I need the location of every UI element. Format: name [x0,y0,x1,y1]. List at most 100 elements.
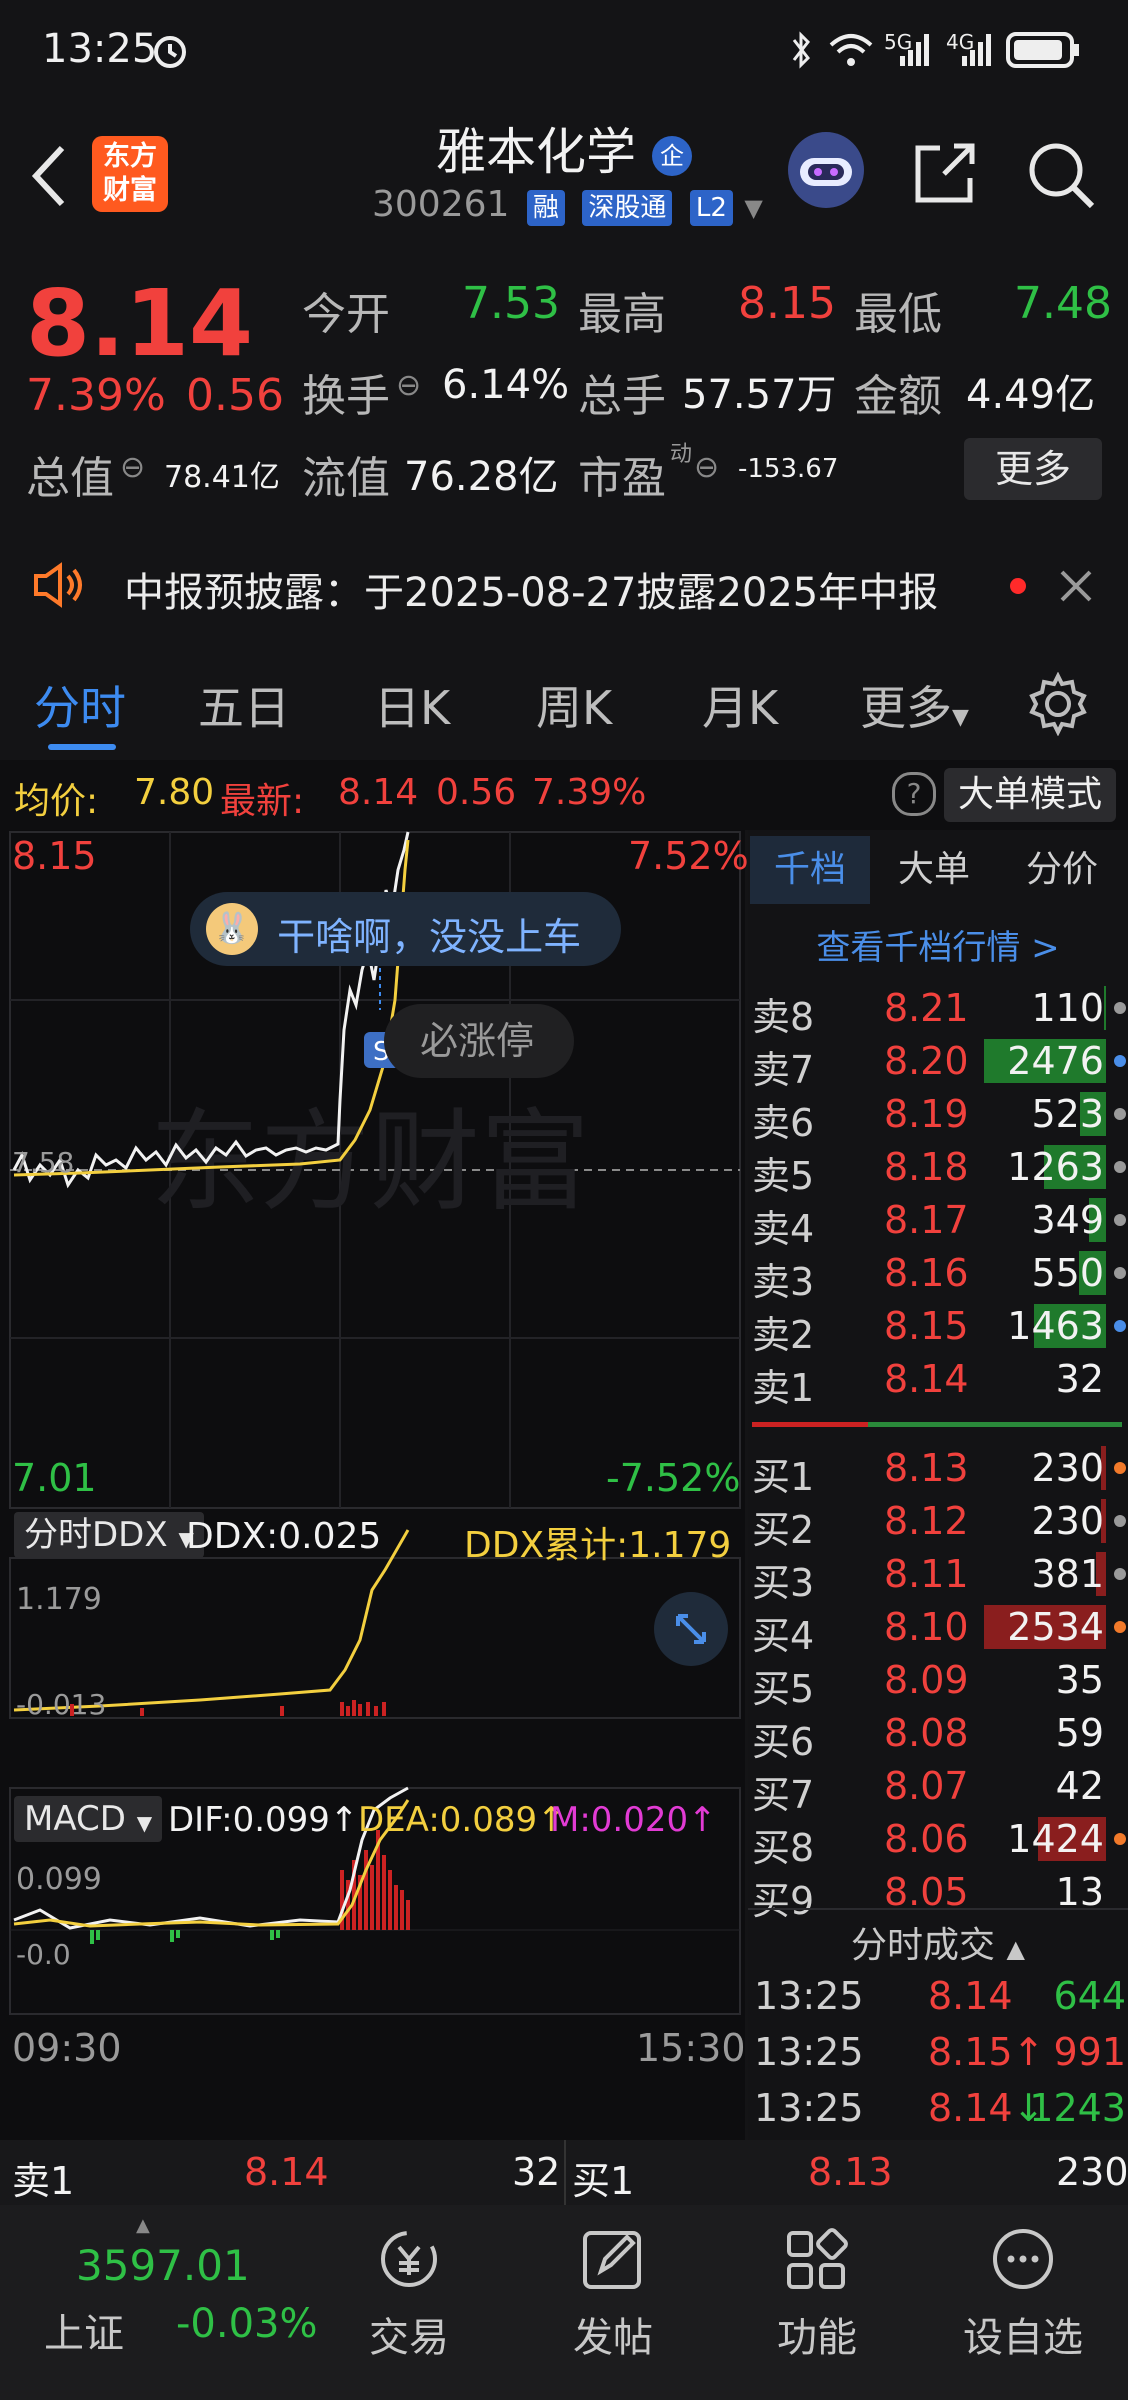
bid-row[interactable]: 买8 8.06 1424 [748,1813,1128,1870]
bluetooth-icon [792,31,810,69]
bid-row[interactable]: 买6 8.08 59 [748,1707,1128,1764]
chart-tabs: 分时 五日 日K 周K 月K 更多▼ [0,650,1128,760]
ask-volume: 1463 [1007,1304,1104,1348]
book-tab-big-orders[interactable]: 大单 [874,836,994,904]
float-value: 76.28亿 [404,454,559,500]
info-icon-3[interactable]: ⊖ [694,450,719,485]
best-bid-vol: 230 [1056,2150,1128,2194]
ask-indicator-dot [1114,1002,1126,1014]
index-value[interactable]: 3597.01 [76,2241,250,2290]
bid-indicator-dot [1114,1515,1126,1527]
stock-code-row[interactable]: 300261 融 深股通 L2 ▼ [372,184,763,226]
ask-row[interactable]: 卖1 8.14 32 [748,1353,1128,1410]
info-icon-2[interactable]: ⊖ [120,450,145,485]
notice-banner[interactable]: 中报预披露：于2025-08-27披露2025年中报 [0,530,1128,638]
ask-row[interactable]: 卖3 8.16 550 [748,1247,1128,1304]
trade-price-value: 8.14 [928,1974,1013,2018]
trade-volume: 644 [1053,1974,1126,2018]
tab-weekly-k[interactable]: 周K [536,672,612,738]
book-tab-price-dist[interactable]: 分价 [998,836,1126,904]
nav-add-watchlist-label: 设自选 [963,2315,1083,2361]
bid-row[interactable]: 买2 8.12 230 [748,1495,1128,1552]
trade-price: 8.14 [928,1974,1013,2018]
ddx-total: DDX累计:1.179 [464,1525,732,1566]
ask-row[interactable]: 卖6 8.19 523 [748,1088,1128,1145]
trade-price: 8.14↓ [928,2086,1044,2130]
ask-row[interactable]: 卖2 8.15 1463 [748,1300,1128,1357]
tab-five-day[interactable]: 五日 [198,672,290,738]
search-icon[interactable] [1024,138,1098,212]
trades-title[interactable]: 分时成交 ▲ [748,1916,1128,1968]
tab-active-indicator [48,744,116,750]
bid-label: 买7 [752,1773,815,1817]
comment-bubble-1[interactable]: 🐰 干啥啊，没没上车 [190,892,622,966]
ask-price: 8.20 [884,1039,969,1083]
bid-row[interactable]: 买4 8.10 2534 [748,1601,1128,1658]
order-book-panel: 千档 大单 分价 查看千档行情 > 卖8 8.21 110 卖7 8.20 2476 卖6 8… [748,830,1128,2140]
nav-trade[interactable]: 交易 [334,2225,484,2363]
margin-badge: 融 [526,190,565,226]
macd-selector[interactable]: MACD ▼ [14,1796,163,1842]
bid-volume: 381 [1031,1552,1104,1596]
share-icon[interactable] [910,138,980,208]
low-value: 7.48 [1014,278,1112,329]
bottom-nav: ▲ 3597.01 上证 -0.03% 交易 发帖 功能 设自选 [0,2205,1128,2400]
intraday-chart-area[interactable]: 东方财富 S 8.15 7.52% 7.58 7.01 -7.52% 🐰 干啥啊… [0,830,749,2140]
ask-row[interactable]: 卖4 8.17 349 [748,1194,1128,1251]
index-change[interactable]: -0.03% [176,2301,318,2347]
tab-monthly-k[interactable]: 月K [702,672,778,738]
big-order-mode-button[interactable]: 大单模式 [944,768,1116,822]
info-icon[interactable]: ⊖ [396,368,421,403]
ddx-value: DDX:0.025 [186,1516,382,1557]
open-value: 7.53 [462,278,560,329]
bid-row[interactable]: 买5 8.09 35 [748,1654,1128,1711]
expand-button[interactable] [654,1592,728,1666]
settings-gear-icon[interactable] [1026,672,1090,736]
expand-icon [676,1614,706,1644]
latest-value: 8.14 [338,772,419,813]
tab-intraday[interactable]: 分时 [34,672,126,738]
time-start: 09:30 [12,2026,122,2070]
tab-daily-k[interactable]: 日K [374,672,450,738]
bid-row[interactable]: 买9 8.05 13 [748,1866,1128,1923]
robot-assistant-icon[interactable] [784,128,868,212]
comment-bubble-2[interactable]: 必涨停 [384,1004,575,1078]
view-depth-link[interactable]: 查看千档行情 > [748,920,1128,969]
nav-post[interactable]: 发帖 [538,2225,688,2363]
macd-axis-top: 0.099 [16,1862,102,1897]
bid-row[interactable]: 买3 8.11 381 [748,1548,1128,1605]
ask-indicator-dot [1114,1320,1126,1332]
ddx-axis-low: -0.013 [16,1688,107,1721]
ask-row[interactable]: 卖5 8.18 1263 [748,1141,1128,1198]
more-button[interactable]: 更多 [964,438,1102,500]
bid-row[interactable]: 买7 8.07 42 [748,1760,1128,1817]
nav-add-watchlist[interactable]: 设自选 [948,2225,1098,2363]
volume-value: 57.57万 [682,372,837,418]
bid-price: 8.11 [884,1552,969,1596]
bid-label: 买1 [752,1455,815,1499]
ask-volume: 32 [1055,1357,1104,1401]
close-icon[interactable] [1056,566,1096,606]
ask-row[interactable]: 卖7 8.20 2476 [748,1035,1128,1092]
quote-divider [564,2140,566,2205]
chevron-down-icon-3: ▼ [136,1811,153,1835]
ask-label: 卖8 [752,995,815,1039]
nav-functions[interactable]: 功能 [742,2225,892,2363]
ddx-selector[interactable]: 分时DDX ▼ [14,1512,204,1558]
ask-row[interactable]: 卖8 8.21 110 [748,982,1128,1039]
book-tab-depth[interactable]: 千档 [750,836,870,904]
ask-price: 8.15 [884,1304,969,1348]
turnover-value: 6.14% [442,362,570,408]
tab-more[interactable]: 更多▼ [860,672,969,738]
bid-row[interactable]: 买1 8.13 230 [748,1442,1128,1499]
bid-label: 买6 [752,1720,815,1764]
index-name[interactable]: 上证 [44,2301,124,2359]
bid-indicator-dot [1114,1462,1126,1474]
help-icon[interactable]: ? [892,772,936,816]
ask-indicator-dot [1114,1161,1126,1173]
bid-volume: 59 [1055,1711,1104,1755]
ask-volume: 349 [1031,1198,1104,1242]
ask-indicator-dot [1114,1267,1126,1279]
amount-label: 金额 [854,371,942,422]
nav-functions-label: 功能 [777,2315,857,2361]
